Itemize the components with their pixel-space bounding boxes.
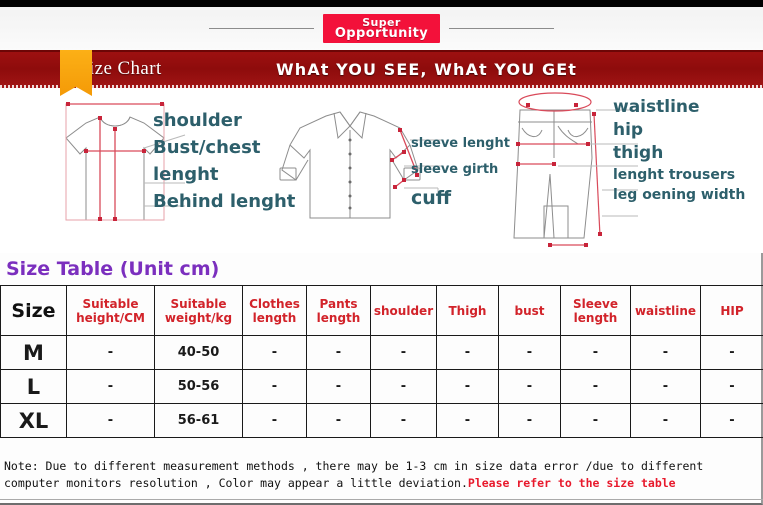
pants-label-thigh: thigh bbox=[613, 143, 664, 163]
cell-suitable-weight: 56-61 bbox=[154, 403, 243, 438]
cell-waistline: - bbox=[630, 403, 701, 438]
cell-suitable-height: - bbox=[66, 335, 155, 370]
cell-shoulder: - bbox=[370, 335, 437, 370]
cell-pants-length: - bbox=[306, 403, 371, 438]
col-header-suitable-weight: Suitable weight/kg bbox=[154, 285, 243, 336]
table-row: L - 50-56 - - - - - - - - bbox=[0, 369, 763, 404]
col-header-bust: bust bbox=[498, 285, 561, 336]
cell-shoulder: - bbox=[370, 369, 437, 404]
cell-clothes-length: - bbox=[242, 335, 307, 370]
shirt-diagram: sleeve lenght sleeve girth cuff bbox=[278, 88, 510, 253]
cell-clothes-length: - bbox=[242, 369, 307, 404]
brand-logo-line2: Opportunity bbox=[334, 26, 429, 41]
cell-waistline: - bbox=[630, 369, 701, 404]
col-header-sleeve-length: Sleeve length bbox=[560, 285, 631, 336]
col-header-suitable-height: Suitable height/CM bbox=[66, 285, 155, 336]
table-row: M - 40-50 - - - - - - - - bbox=[0, 335, 763, 370]
cell-thigh: - bbox=[436, 403, 499, 438]
logo-rule-left bbox=[208, 28, 314, 29]
pants-label-hip: hip bbox=[613, 120, 644, 140]
cell-hip: - bbox=[700, 369, 763, 404]
cell-size: M bbox=[0, 335, 67, 370]
banner-slogan: WhAt YOU SEE, WhAt YOU GEt bbox=[276, 60, 577, 79]
brand-logo: Super Opportunity bbox=[322, 14, 441, 43]
tshirt-label-list: shoulder Bust/chest lenght Behind lenght bbox=[153, 112, 295, 220]
cell-sleeve-length: - bbox=[560, 335, 631, 370]
tshirt-label-bust-chest: Bust/chest bbox=[153, 137, 261, 158]
cell-pants-length: - bbox=[306, 335, 371, 370]
note-bottom-rule bbox=[0, 499, 763, 500]
size-chart-page: Super Opportunity Size Chart WhAt YOU SE… bbox=[0, 0, 763, 505]
col-header-size: Size bbox=[0, 285, 67, 336]
shirt-label-sleeve-lenght: sleeve lenght bbox=[411, 136, 510, 151]
col-header-hip: HIP bbox=[700, 285, 763, 336]
cell-pants-length: - bbox=[306, 369, 371, 404]
cell-thigh: - bbox=[436, 369, 499, 404]
shirt-label-list: sleeve lenght sleeve girth cuff bbox=[411, 137, 510, 221]
shirt-label-cuff: cuff bbox=[411, 187, 452, 209]
measurement-diagrams: shoulder Bust/chest lenght Behind lenght bbox=[0, 88, 763, 253]
col-header-pants-length: Pants length bbox=[306, 285, 371, 336]
pants-label-waistline: waistline bbox=[613, 97, 700, 117]
note-line-2: computer monitors resolution , Color may… bbox=[4, 475, 759, 492]
cell-suitable-height: - bbox=[66, 369, 155, 404]
col-header-shoulder: shoulder bbox=[370, 285, 437, 336]
cell-shoulder: - bbox=[370, 403, 437, 438]
measurement-note: Note: Due to different measurement metho… bbox=[4, 458, 759, 492]
tshirt-diagram: shoulder Bust/chest lenght Behind lenght bbox=[40, 88, 295, 253]
cell-clothes-length: - bbox=[242, 403, 307, 438]
note-line-2-plain: computer monitors resolution , Color may… bbox=[4, 476, 468, 490]
shirt-label-sleeve-girth: sleeve girth bbox=[411, 162, 499, 177]
logo-rule-right bbox=[449, 28, 555, 29]
size-table-title: Size Table (Unit cm) bbox=[6, 258, 220, 280]
note-refer-warning: Please refer to the size table bbox=[467, 476, 676, 490]
pants-diagram: waistline hip thigh lenght trousers leg … bbox=[498, 88, 763, 253]
tshirt-label-behind-lenght: Behind lenght bbox=[153, 191, 296, 212]
cell-suitable-weight: 50-56 bbox=[154, 369, 243, 404]
logo-strip: Super Opportunity bbox=[0, 7, 763, 50]
col-header-thigh: Thigh bbox=[436, 285, 499, 336]
cell-hip: - bbox=[700, 403, 763, 438]
cell-bust: - bbox=[498, 369, 561, 404]
tshirt-label-lenght: lenght bbox=[153, 164, 219, 185]
cell-waistline: - bbox=[630, 335, 701, 370]
cell-bust: - bbox=[498, 403, 561, 438]
note-line-1: Note: Due to different measurement metho… bbox=[4, 459, 704, 473]
pants-label-lenght-trousers: lenght trousers bbox=[613, 167, 736, 183]
cell-suitable-weight: 40-50 bbox=[154, 335, 243, 370]
size-table-body: M - 40-50 - - - - - - - - L - 50-56 - - … bbox=[0, 335, 763, 438]
top-black-bar bbox=[0, 0, 763, 7]
pants-label-list: waistline hip thigh lenght trousers leg … bbox=[613, 99, 745, 208]
col-header-clothes-length: Clothes length bbox=[242, 285, 307, 336]
cell-hip: - bbox=[700, 335, 763, 370]
cell-sleeve-length: - bbox=[560, 403, 631, 438]
col-header-waistline: waistline bbox=[630, 285, 701, 336]
cell-size: XL bbox=[0, 403, 67, 438]
cell-thigh: - bbox=[436, 335, 499, 370]
tshirt-label-shoulder: shoulder bbox=[153, 110, 242, 131]
cell-size: L bbox=[0, 369, 67, 404]
table-row: XL - 56-61 - - - - - - - - bbox=[0, 403, 763, 438]
table-header-row: Size Suitable height/CM Suitable weight/… bbox=[0, 285, 763, 336]
cell-bust: - bbox=[498, 335, 561, 370]
size-table: Size Suitable height/CM Suitable weight/… bbox=[0, 285, 763, 438]
pants-label-leg-oening-width: leg oening width bbox=[613, 187, 746, 203]
cell-suitable-height: - bbox=[66, 403, 155, 438]
cell-sleeve-length: - bbox=[560, 369, 631, 404]
